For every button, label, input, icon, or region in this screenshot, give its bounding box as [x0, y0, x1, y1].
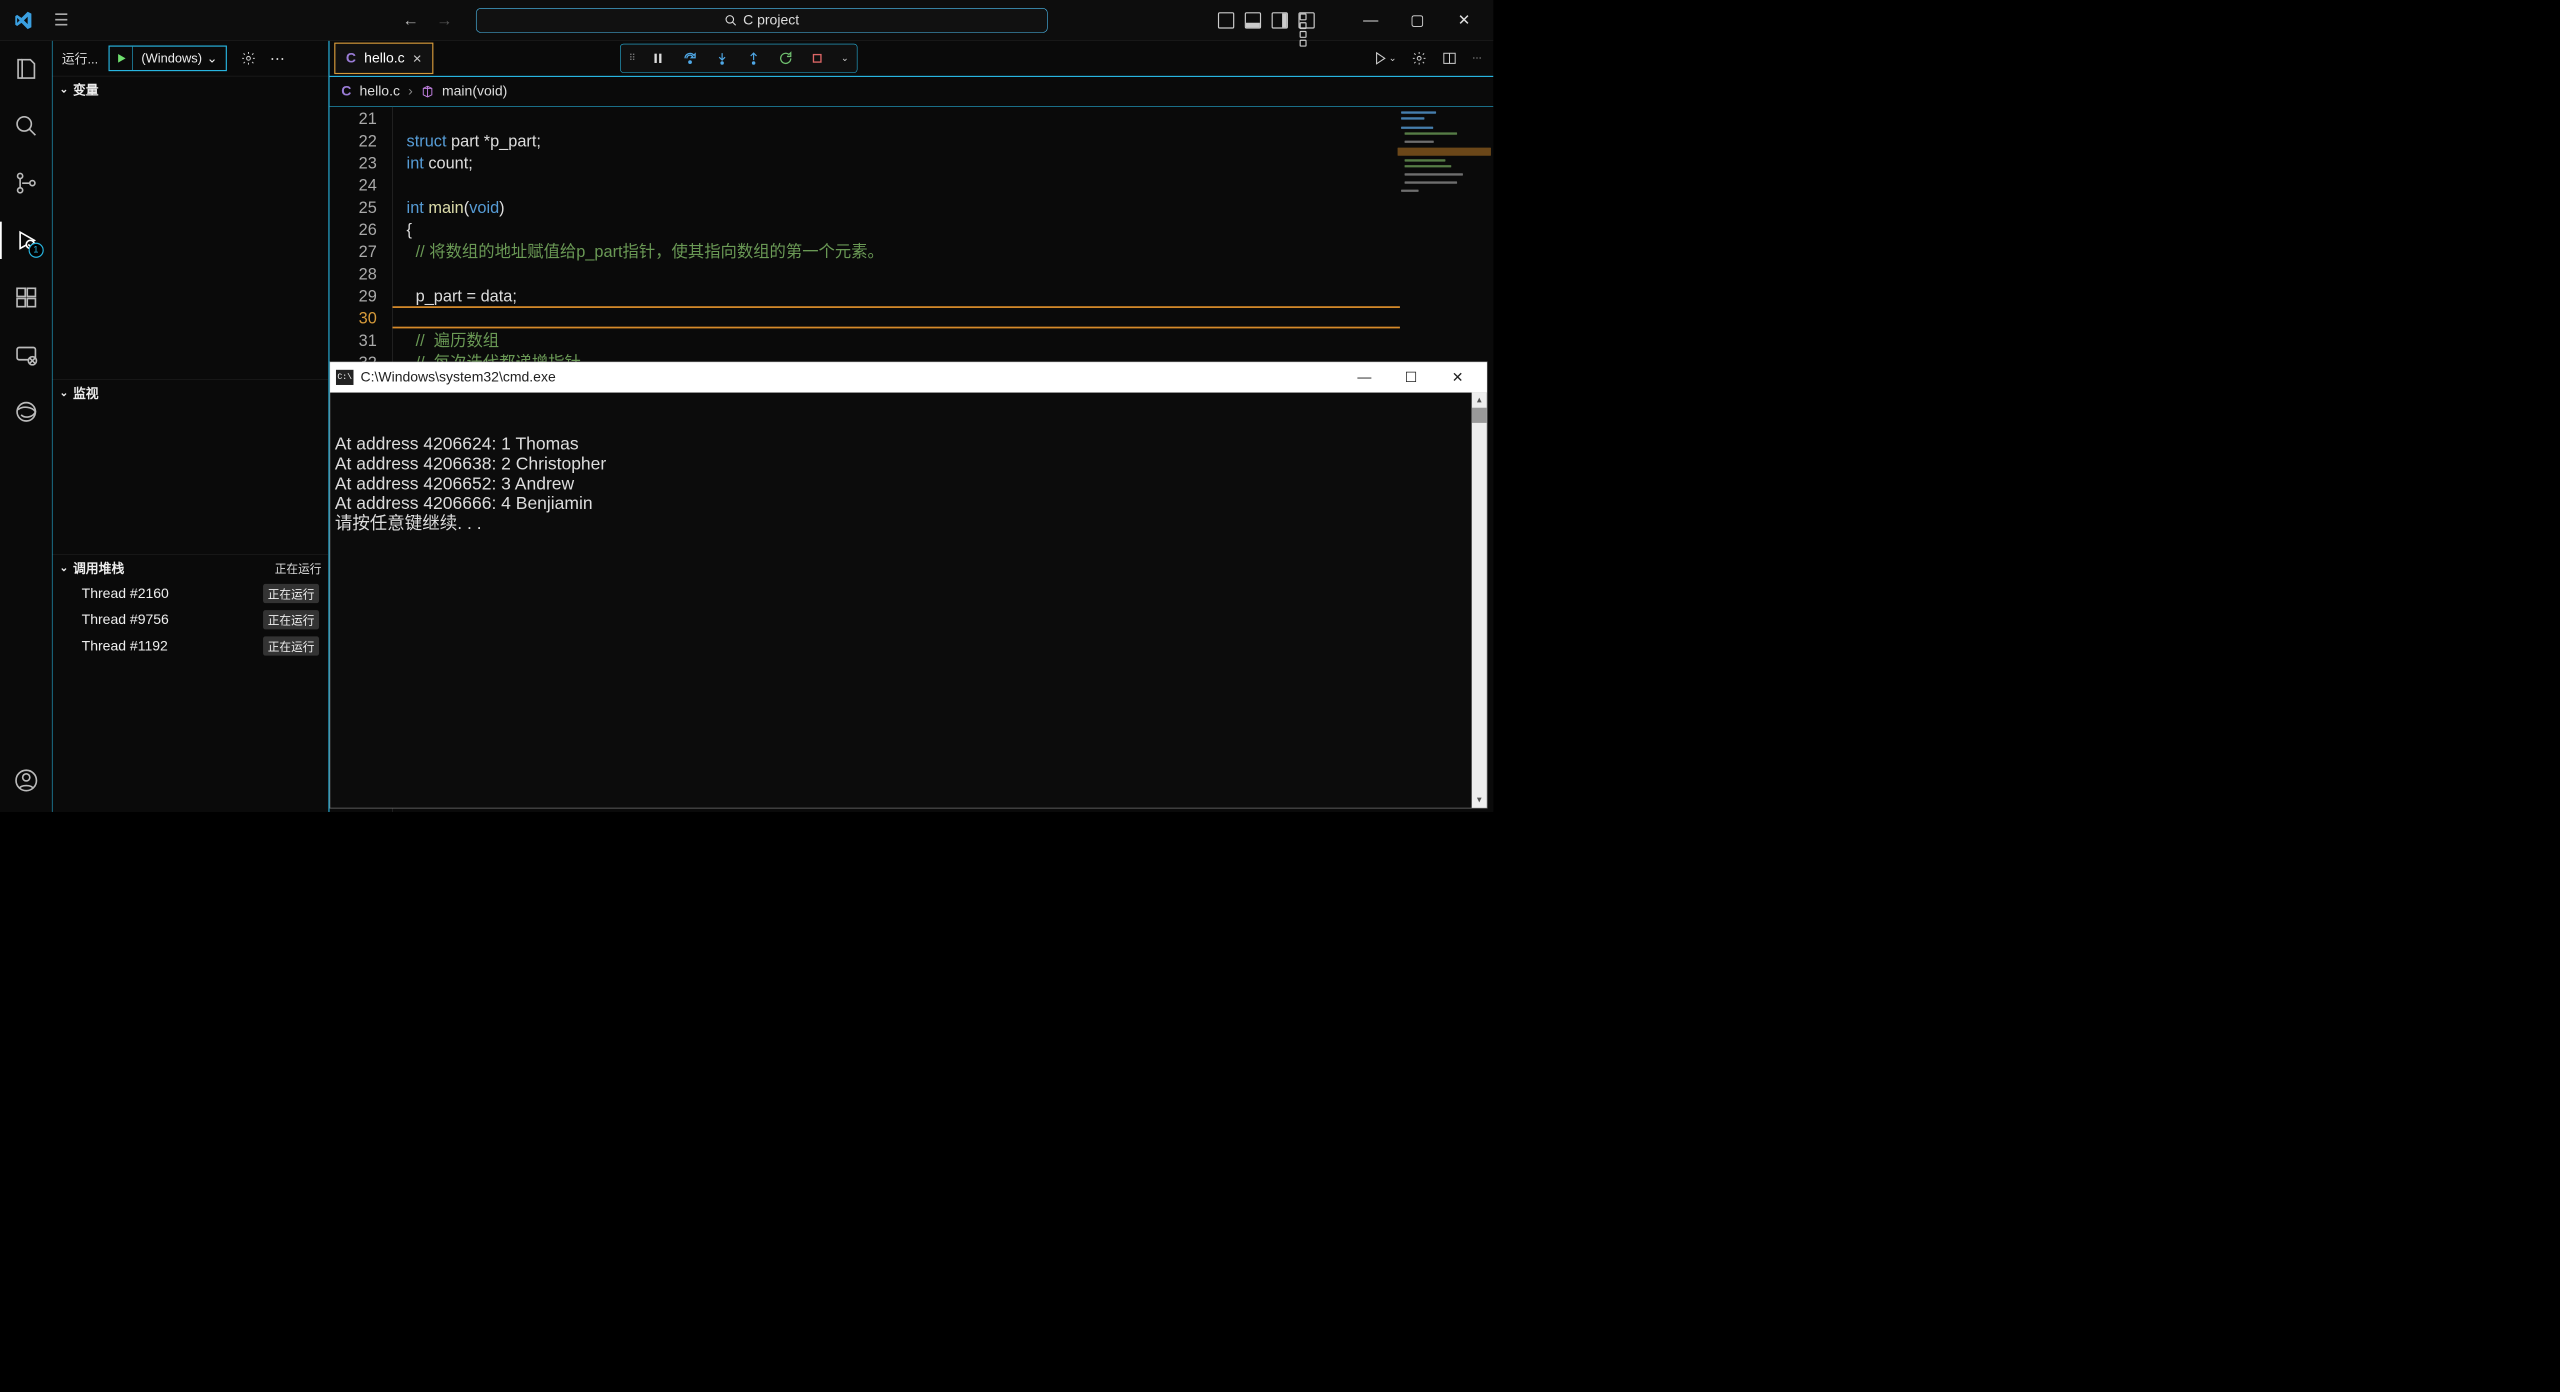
step-over-icon[interactable] — [682, 51, 697, 66]
debug-toolbar[interactable]: ⠿ — [620, 44, 857, 73]
variables-title: 变量 — [73, 80, 99, 99]
launch-config-selector[interactable]: (Windows) ⌄ — [109, 45, 227, 71]
cmd-window[interactable]: C:\ C:\Windows\system32\cmd.exe — ☐ ✕ At… — [330, 362, 1488, 809]
extensions-icon[interactable] — [12, 283, 40, 311]
nav-forward-icon[interactable]: → — [436, 11, 452, 30]
thread-row[interactable]: Thread #2160 正在运行 — [52, 580, 328, 606]
restart-icon[interactable] — [778, 51, 793, 66]
remote-icon[interactable] — [12, 341, 40, 369]
config-name: (Windows) — [141, 51, 202, 66]
split-editor-icon[interactable] — [1442, 50, 1457, 66]
c-file-icon: C — [341, 83, 351, 99]
variables-section: ⌄ 变量 — [52, 76, 328, 379]
thread-row[interactable]: Thread #9756 正在运行 — [52, 607, 328, 633]
run-debug-icon[interactable]: 1 — [12, 226, 40, 254]
tab-filename: hello.c — [364, 50, 404, 66]
source-control-icon[interactable] — [12, 169, 40, 197]
layout-customize-icon[interactable] — [1298, 12, 1314, 28]
start-debug-button[interactable] — [110, 47, 133, 70]
edge-tools-icon[interactable] — [12, 398, 40, 426]
chevron-down-icon: ⌄ — [59, 386, 68, 398]
more-icon[interactable]: ⋯ — [270, 49, 285, 67]
scroll-down-icon[interactable]: ▾ — [1472, 793, 1487, 808]
gear-icon[interactable] — [241, 51, 256, 66]
cmd-maximize-button[interactable]: ☐ — [1388, 362, 1435, 392]
chevron-down-icon: ⌄ — [59, 83, 68, 95]
hamburger-menu-icon[interactable]: ☰ — [47, 10, 76, 29]
callstack-section: ⌄ 调用堆栈 正在运行 Thread #2160正在运行Thread #9756… — [52, 554, 328, 812]
cmd-icon: C:\ — [336, 370, 353, 385]
search-icon — [724, 14, 737, 27]
sidebar-title: 运行... — [62, 49, 98, 68]
cmd-title: C:\Windows\system32\cmd.exe — [360, 369, 555, 385]
layout-sidebar-left-icon[interactable] — [1218, 12, 1234, 28]
thread-name: Thread #9756 — [82, 612, 169, 628]
cmd-scrollbar[interactable]: ▴ ▾ — [1472, 393, 1487, 808]
c-file-icon: C — [346, 50, 356, 66]
search-icon[interactable] — [12, 112, 40, 140]
symbol-method-icon — [421, 85, 434, 98]
layout-sidebar-right-icon[interactable] — [1272, 12, 1288, 28]
accounts-icon[interactable] — [12, 766, 40, 794]
thread-name: Thread #2160 — [82, 585, 169, 601]
editor-area: C hello.c × ⠿ — [330, 41, 1494, 812]
vscode-logo-icon — [0, 10, 47, 30]
cmd-titlebar[interactable]: C:\ C:\Windows\system32\cmd.exe — ☐ ✕ — [330, 362, 1487, 392]
debug-dropdown-icon[interactable]: ⌄ — [841, 52, 849, 64]
callstack-title: 调用堆栈 — [73, 558, 124, 577]
command-center-search[interactable]: C project — [476, 8, 1048, 32]
run-file-icon[interactable]: ⌄ — [1372, 50, 1396, 66]
pause-icon[interactable] — [651, 51, 665, 65]
step-into-icon[interactable] — [715, 51, 729, 65]
editor-tab[interactable]: C hello.c × — [334, 43, 433, 74]
cmd-minimize-button[interactable]: — — [1341, 362, 1388, 392]
thread-status: 正在运行 — [263, 636, 319, 655]
thread-name: Thread #1192 — [82, 638, 168, 654]
gear-icon[interactable] — [1412, 50, 1427, 66]
explorer-icon[interactable] — [12, 55, 40, 83]
chevron-down-icon: ⌄ — [207, 51, 218, 66]
thread-status: 正在运行 — [263, 610, 319, 629]
layout-panel-bottom-icon[interactable] — [1245, 12, 1261, 28]
nav-back-icon[interactable]: ← — [402, 11, 418, 30]
scroll-up-icon[interactable]: ▴ — [1472, 393, 1487, 408]
window-minimize-button[interactable]: — — [1347, 0, 1394, 41]
more-actions-icon[interactable]: ⋯ — [1472, 50, 1481, 66]
activity-bar: 1 — [0, 41, 52, 812]
thread-status: 正在运行 — [263, 584, 319, 603]
search-text: C project — [743, 12, 799, 28]
callstack-header[interactable]: ⌄ 调用堆栈 正在运行 — [52, 555, 328, 581]
watch-title: 监视 — [73, 383, 99, 402]
debug-badge: 1 — [28, 243, 43, 258]
watch-header[interactable]: ⌄ 监视 — [52, 380, 328, 406]
window-close-button[interactable]: ✕ — [1441, 0, 1488, 41]
scroll-thumb[interactable] — [1472, 408, 1487, 423]
tab-close-icon[interactable]: × — [413, 49, 422, 67]
variables-header[interactable]: ⌄ 变量 — [52, 76, 328, 102]
drag-grip-icon[interactable]: ⠿ — [629, 52, 634, 64]
stop-icon[interactable] — [811, 52, 824, 65]
debug-sidebar: 运行... (Windows) ⌄ ⋯ ⌄ — [52, 41, 329, 812]
thread-row[interactable]: Thread #1192 正在运行 — [52, 633, 328, 659]
step-out-icon[interactable] — [746, 51, 760, 65]
callstack-status: 正在运行 — [275, 559, 322, 576]
chevron-down-icon: ⌄ — [59, 561, 68, 573]
cmd-close-button[interactable]: ✕ — [1434, 362, 1481, 392]
minimap[interactable] — [1398, 109, 1491, 226]
breadcrumb-file[interactable]: hello.c — [360, 83, 400, 99]
title-bar: ☰ ← → C project — ▢ ✕ — [0, 0, 1493, 41]
cmd-output[interactable]: At address 4206624: 1 ThomasAt address 4… — [330, 393, 1487, 808]
breadcrumbs[interactable]: C hello.c › main(void) — [330, 77, 1494, 106]
breadcrumb-symbol[interactable]: main(void) — [442, 83, 507, 99]
watch-section: ⌄ 监视 — [52, 379, 328, 554]
chevron-right-icon: › — [408, 83, 413, 99]
window-maximize-button[interactable]: ▢ — [1394, 0, 1441, 41]
